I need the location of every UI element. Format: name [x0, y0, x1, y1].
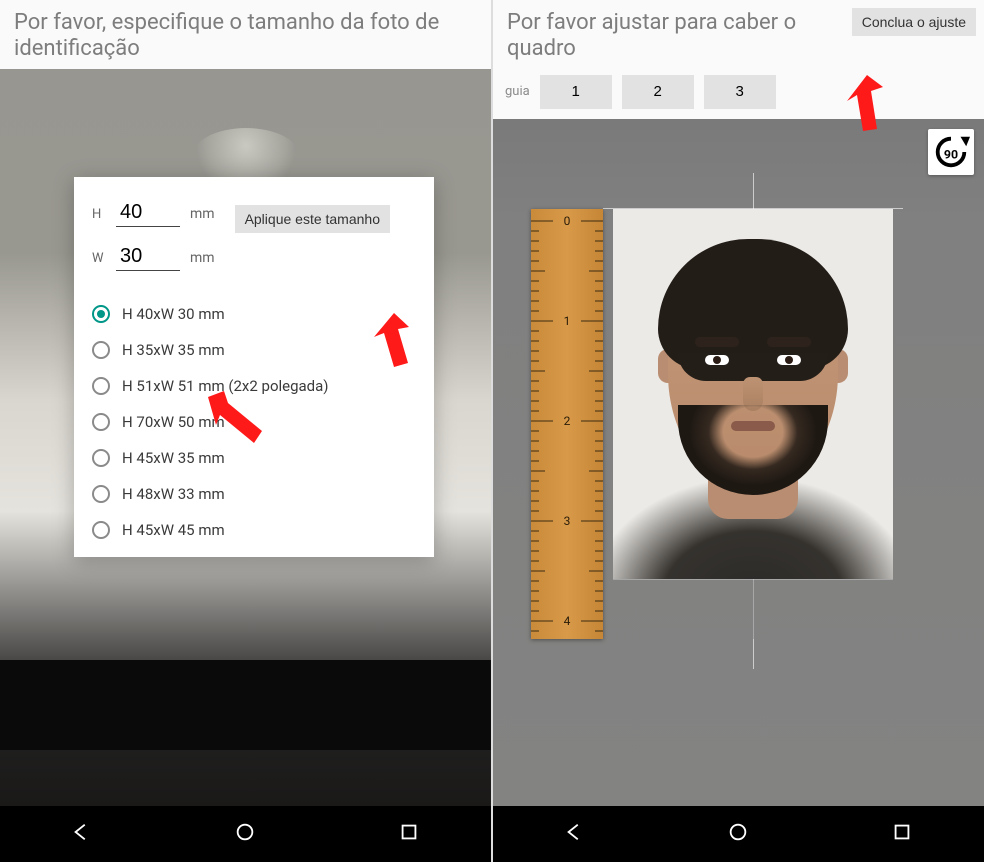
- size-option-label: H 51xW 51 mm (2x2 polegada): [122, 377, 329, 395]
- size-option-label: H 40xW 30 mm: [122, 305, 225, 323]
- size-option-label: H 45xW 35 mm: [122, 449, 225, 467]
- photo-area-left: H mm W mm Aplique este tamanho: [0, 69, 491, 806]
- size-option[interactable]: H 70xW 50 mm: [92, 413, 416, 431]
- svg-text:0: 0: [564, 214, 571, 228]
- apply-size-button[interactable]: Aplique este tamanho: [235, 205, 390, 233]
- svg-text:2: 2: [564, 414, 571, 428]
- height-unit: mm: [190, 206, 215, 222]
- radio-icon: [92, 449, 110, 467]
- width-unit: mm: [190, 250, 215, 266]
- nav-back-icon[interactable]: [71, 821, 93, 847]
- svg-text:1: 1: [564, 314, 571, 328]
- size-option[interactable]: H 40xW 30 mm: [92, 305, 416, 323]
- page-title-left: Por favor, especifique o tamanho da foto…: [14, 10, 477, 63]
- nav-back-icon[interactable]: [564, 821, 586, 847]
- nav-home-icon[interactable]: [234, 821, 256, 847]
- guides-row: guia 123: [493, 69, 984, 119]
- cropped-photo-preview: [613, 209, 893, 579]
- size-option[interactable]: H 35xW 35 mm: [92, 341, 416, 359]
- nav-recent-icon[interactable]: [398, 821, 420, 847]
- radio-icon: [92, 341, 110, 359]
- header-right: Por favor ajustar para caber o quadro Co…: [493, 0, 984, 69]
- phone-right: Por favor ajustar para caber o quadro Co…: [493, 0, 984, 862]
- guide-button-3[interactable]: 3: [704, 75, 776, 109]
- phone-left: Por favor, especifique o tamanho da foto…: [0, 0, 491, 862]
- crop-frame[interactable]: [613, 209, 893, 579]
- finish-adjust-button[interactable]: Conclua o ajuste: [852, 8, 976, 36]
- radio-icon: [92, 521, 110, 539]
- nav-home-icon[interactable]: [727, 821, 749, 847]
- android-navbar: [0, 806, 491, 862]
- size-option-label: H 48xW 33 mm: [122, 485, 225, 503]
- crop-bottom-overlay: [613, 579, 893, 639]
- svg-text:90: 90: [944, 148, 958, 162]
- radio-icon: [92, 413, 110, 431]
- size-modal: H mm W mm Aplique este tamanho: [74, 177, 434, 557]
- width-label: W: [92, 251, 106, 266]
- radio-icon: [92, 305, 110, 323]
- guide-button-1[interactable]: 1: [540, 75, 612, 109]
- header-left: Por favor, especifique o tamanho da foto…: [0, 0, 491, 69]
- guide-button-2[interactable]: 2: [622, 75, 694, 109]
- svg-text:4: 4: [564, 614, 571, 628]
- size-option-label: H 35xW 35 mm: [122, 341, 225, 359]
- size-option[interactable]: H 45xW 45 mm: [92, 521, 416, 539]
- rotate-90-button[interactable]: 90: [928, 129, 974, 175]
- height-input[interactable]: [116, 199, 180, 227]
- radio-icon: [92, 377, 110, 395]
- svg-text:3: 3: [564, 514, 571, 528]
- size-option[interactable]: H 51xW 51 mm (2x2 polegada): [92, 377, 416, 395]
- height-label: H: [92, 207, 106, 222]
- page-title-right: Por favor ajustar para caber o quadro: [507, 10, 844, 63]
- nav-recent-icon[interactable]: [891, 821, 913, 847]
- size-option-label: H 70xW 50 mm: [122, 413, 225, 431]
- size-option[interactable]: H 48xW 33 mm: [92, 485, 416, 503]
- size-option[interactable]: H 45xW 35 mm: [92, 449, 416, 467]
- size-option-label: H 45xW 45 mm: [122, 521, 225, 539]
- android-navbar: [493, 806, 984, 862]
- width-input[interactable]: [116, 243, 180, 271]
- guides-label: guia: [505, 84, 530, 99]
- photo-area-right[interactable]: 0 1 2 3 4 90: [493, 119, 984, 806]
- size-options-list: H 40xW 30 mm H 35xW 35 mm H 51xW 51 mm (2x…: [92, 305, 416, 539]
- radio-icon: [92, 485, 110, 503]
- ruler[interactable]: 0 1 2 3 4: [531, 209, 603, 639]
